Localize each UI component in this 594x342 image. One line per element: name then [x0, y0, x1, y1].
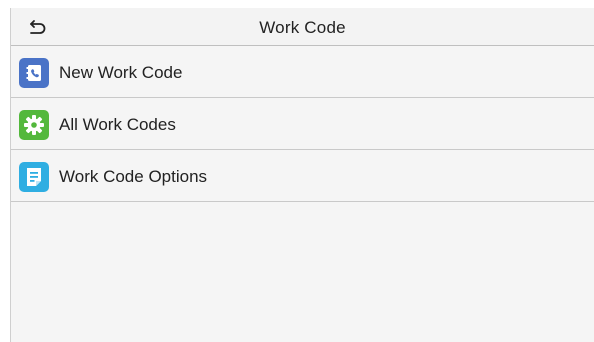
- menu-list: New Work Code All Work Codes Work Code O…: [11, 46, 594, 202]
- menu-item-label: New Work Code: [59, 63, 183, 82]
- menu-item-all-work-codes[interactable]: All Work Codes: [11, 98, 594, 150]
- menu-item-label: All Work Codes: [59, 115, 176, 134]
- menu-item-work-code-options[interactable]: Work Code Options: [11, 150, 594, 202]
- work-code-screen: Work Code New Work Code All Work Codes W…: [10, 8, 594, 342]
- header-bar: Work Code: [11, 8, 594, 46]
- menu-item-label: Work Code Options: [59, 167, 208, 186]
- document-icon: [19, 162, 49, 192]
- page-title: Work Code: [259, 18, 346, 37]
- menu-item-new-work-code[interactable]: New Work Code: [11, 46, 594, 98]
- phone-book-icon: [19, 58, 49, 88]
- gear-icon: [19, 110, 49, 140]
